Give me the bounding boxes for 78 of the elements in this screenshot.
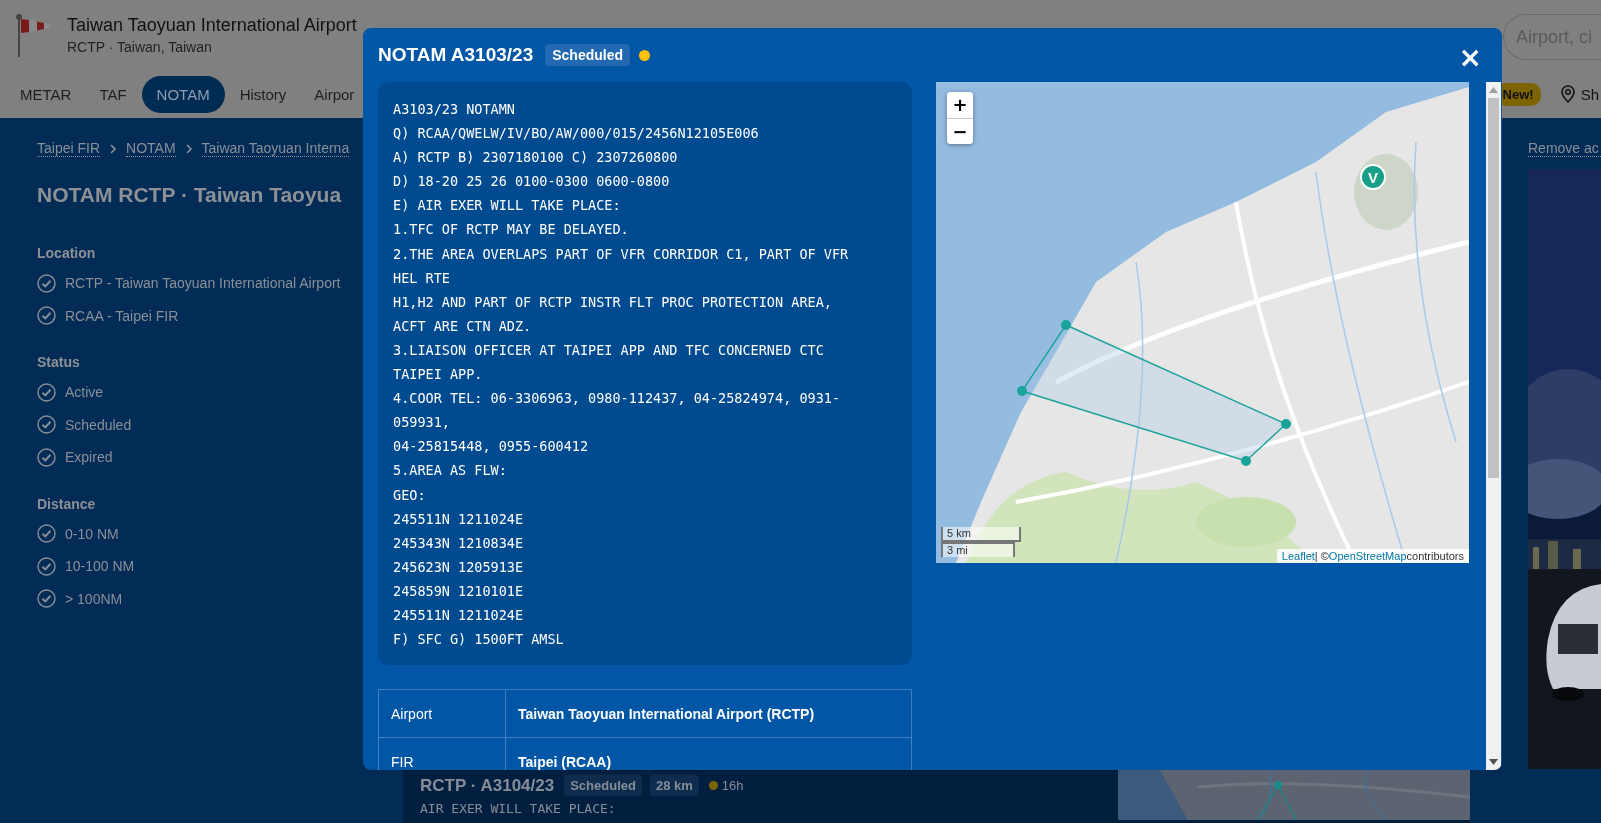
notam-line: 4.COOR TEL: 06-3306963, 0980-112437, 04-25824974, 0931-: [393, 389, 842, 409]
notam-title: RCTP · A3104/23: [420, 775, 555, 796]
nav-tab[interactable]: METAR: [7, 75, 85, 113]
detail-label: Airport: [378, 689, 506, 738]
notam-line: E) AIR EXER WILL TAKE PLACE:: [393, 196, 622, 216]
notam-line: GEO:: [393, 485, 427, 505]
notam-line: Q) RCAA/QWELW/IV/BO/AW/000/015/2456N12105E006: [393, 124, 760, 144]
distance-badge: 28 km: [649, 775, 699, 796]
scale-bar: 5 km: [941, 527, 1021, 542]
status-badge: Scheduled: [545, 44, 631, 66]
filter-option[interactable]: Scheduled: [65, 416, 132, 433]
status-dot: [708, 781, 718, 790]
notam-line: HEL RTE: [393, 268, 451, 288]
check-icon[interactable]: [37, 524, 56, 544]
nearby-link[interactable]: Sh: [1580, 85, 1599, 103]
check-icon[interactable]: [37, 447, 56, 467]
check-icon[interactable]: [37, 589, 56, 609]
notam-line: 059931,: [393, 413, 451, 433]
notam-line: 3.LIAISON OFFICER AT TAIPEI APP AND TFC CONCERNED CTC: [393, 340, 825, 360]
scale-bar: 3 mi: [941, 542, 1015, 557]
notam-line: 245511N 1211024E: [393, 509, 525, 529]
notam-line: 04-25815448, 0955-600412: [393, 437, 590, 457]
attribution-link[interactable]: Leaflet: [1281, 550, 1315, 562]
airport-name: Taiwan Taoyuan International Airport: [67, 15, 357, 36]
scrollbar[interactable]: [1486, 82, 1501, 770]
dialog-title: NOTAM A3103/23: [378, 44, 534, 66]
detail-label: FIR: [378, 737, 506, 770]
close-button[interactable]: ×: [1454, 46, 1486, 70]
check-icon[interactable]: [37, 382, 56, 402]
notam-line: H1,H2 AND PART OF RCTP INSTR FLT PROC PROTECTION AREA,: [393, 292, 833, 312]
notam-line: 5.AREA AS FLW:: [393, 461, 508, 481]
zoom-out-button[interactable]: −: [947, 118, 973, 144]
notam-line: 245343N 1210834E: [393, 533, 525, 553]
zoom-in-button[interactable]: +: [947, 92, 973, 118]
filter-option[interactable]: 0-10 NM: [65, 525, 119, 542]
filter-option[interactable]: Expired: [65, 449, 113, 466]
chevron-icon: [109, 143, 118, 154]
breadcrumb-link[interactable]: NOTAM: [126, 140, 176, 157]
check-icon[interactable]: [37, 415, 56, 435]
chevron-icon: [184, 143, 193, 154]
nav-tab[interactable]: NOTAM: [141, 75, 225, 113]
airport-subtitle: RCTP · Taiwan, Taiwan: [67, 39, 213, 55]
status-dot: [639, 49, 651, 61]
nav-tab[interactable]: Airpor: [301, 75, 368, 113]
check-icon[interactable]: [37, 273, 56, 293]
notam-line: 1.TFC OF RCTP MAY BE DELAYED.: [393, 220, 630, 240]
filter-option[interactable]: 10-100 NM: [65, 558, 135, 575]
notam-line: A) RCTP B) 2307180100 C) 2307260800: [393, 148, 679, 168]
filter-option[interactable]: Active: [65, 384, 104, 401]
attribution-link[interactable]: OpenStreetMap: [1328, 550, 1407, 562]
scroll-down-icon[interactable]: [1489, 759, 1498, 765]
notam-line: 245511N 1211024E: [393, 605, 525, 625]
nav-tab[interactable]: History: [226, 75, 300, 113]
breadcrumb-link[interactable]: Taipei FIR: [37, 140, 101, 157]
notam-line: F) SFC G) 1500FT AMSL: [393, 630, 565, 650]
nav-tab[interactable]: TAF: [86, 75, 140, 113]
notam-line: 2.THE AREA OVERLAPS PART OF VFR CORRIDOR C1, PART OF VFR: [393, 244, 850, 264]
age-label: 16h: [721, 778, 744, 793]
page-title: NOTAM RCTP · Taiwan Taoyua: [37, 183, 342, 207]
location-pin-icon: [1560, 85, 1575, 103]
notam-line: 245623N 1205913E: [393, 557, 525, 577]
check-icon[interactable]: [37, 306, 56, 326]
notam-line: D) 18-20 25 26 0100-0300 0600-0800: [393, 172, 671, 192]
detail-value: Taiwan Taoyuan International Airport (RCTP): [505, 689, 912, 738]
remove-ads-link[interactable]: Remove ac: [1528, 140, 1601, 157]
map-attribution: Leaflet| ©OpenStreetMapcontributors: [1276, 549, 1469, 563]
breadcrumb-link[interactable]: Taiwan Taoyuan Interna: [201, 140, 350, 157]
notam-text: AIR EXER WILL TAKE PLACE:: [420, 802, 617, 816]
notam-line: 245859N 1210101E: [393, 581, 525, 601]
filter-heading: Status: [37, 354, 81, 370]
notam-line: ACFT ARE CTN ADZ.: [393, 316, 533, 336]
filter-option[interactable]: RCAA - Taipei FIR: [65, 307, 179, 324]
filter-option[interactable]: > 100NM: [65, 590, 123, 607]
notam-line: A3103/23 NOTAMN: [393, 100, 516, 119]
check-icon[interactable]: [37, 556, 56, 576]
status-badge: Scheduled: [564, 775, 642, 796]
filter-option[interactable]: RCTP - Taiwan Taoyuan International Airport: [65, 275, 341, 292]
notam-line: TAIPEI APP.: [393, 365, 484, 385]
